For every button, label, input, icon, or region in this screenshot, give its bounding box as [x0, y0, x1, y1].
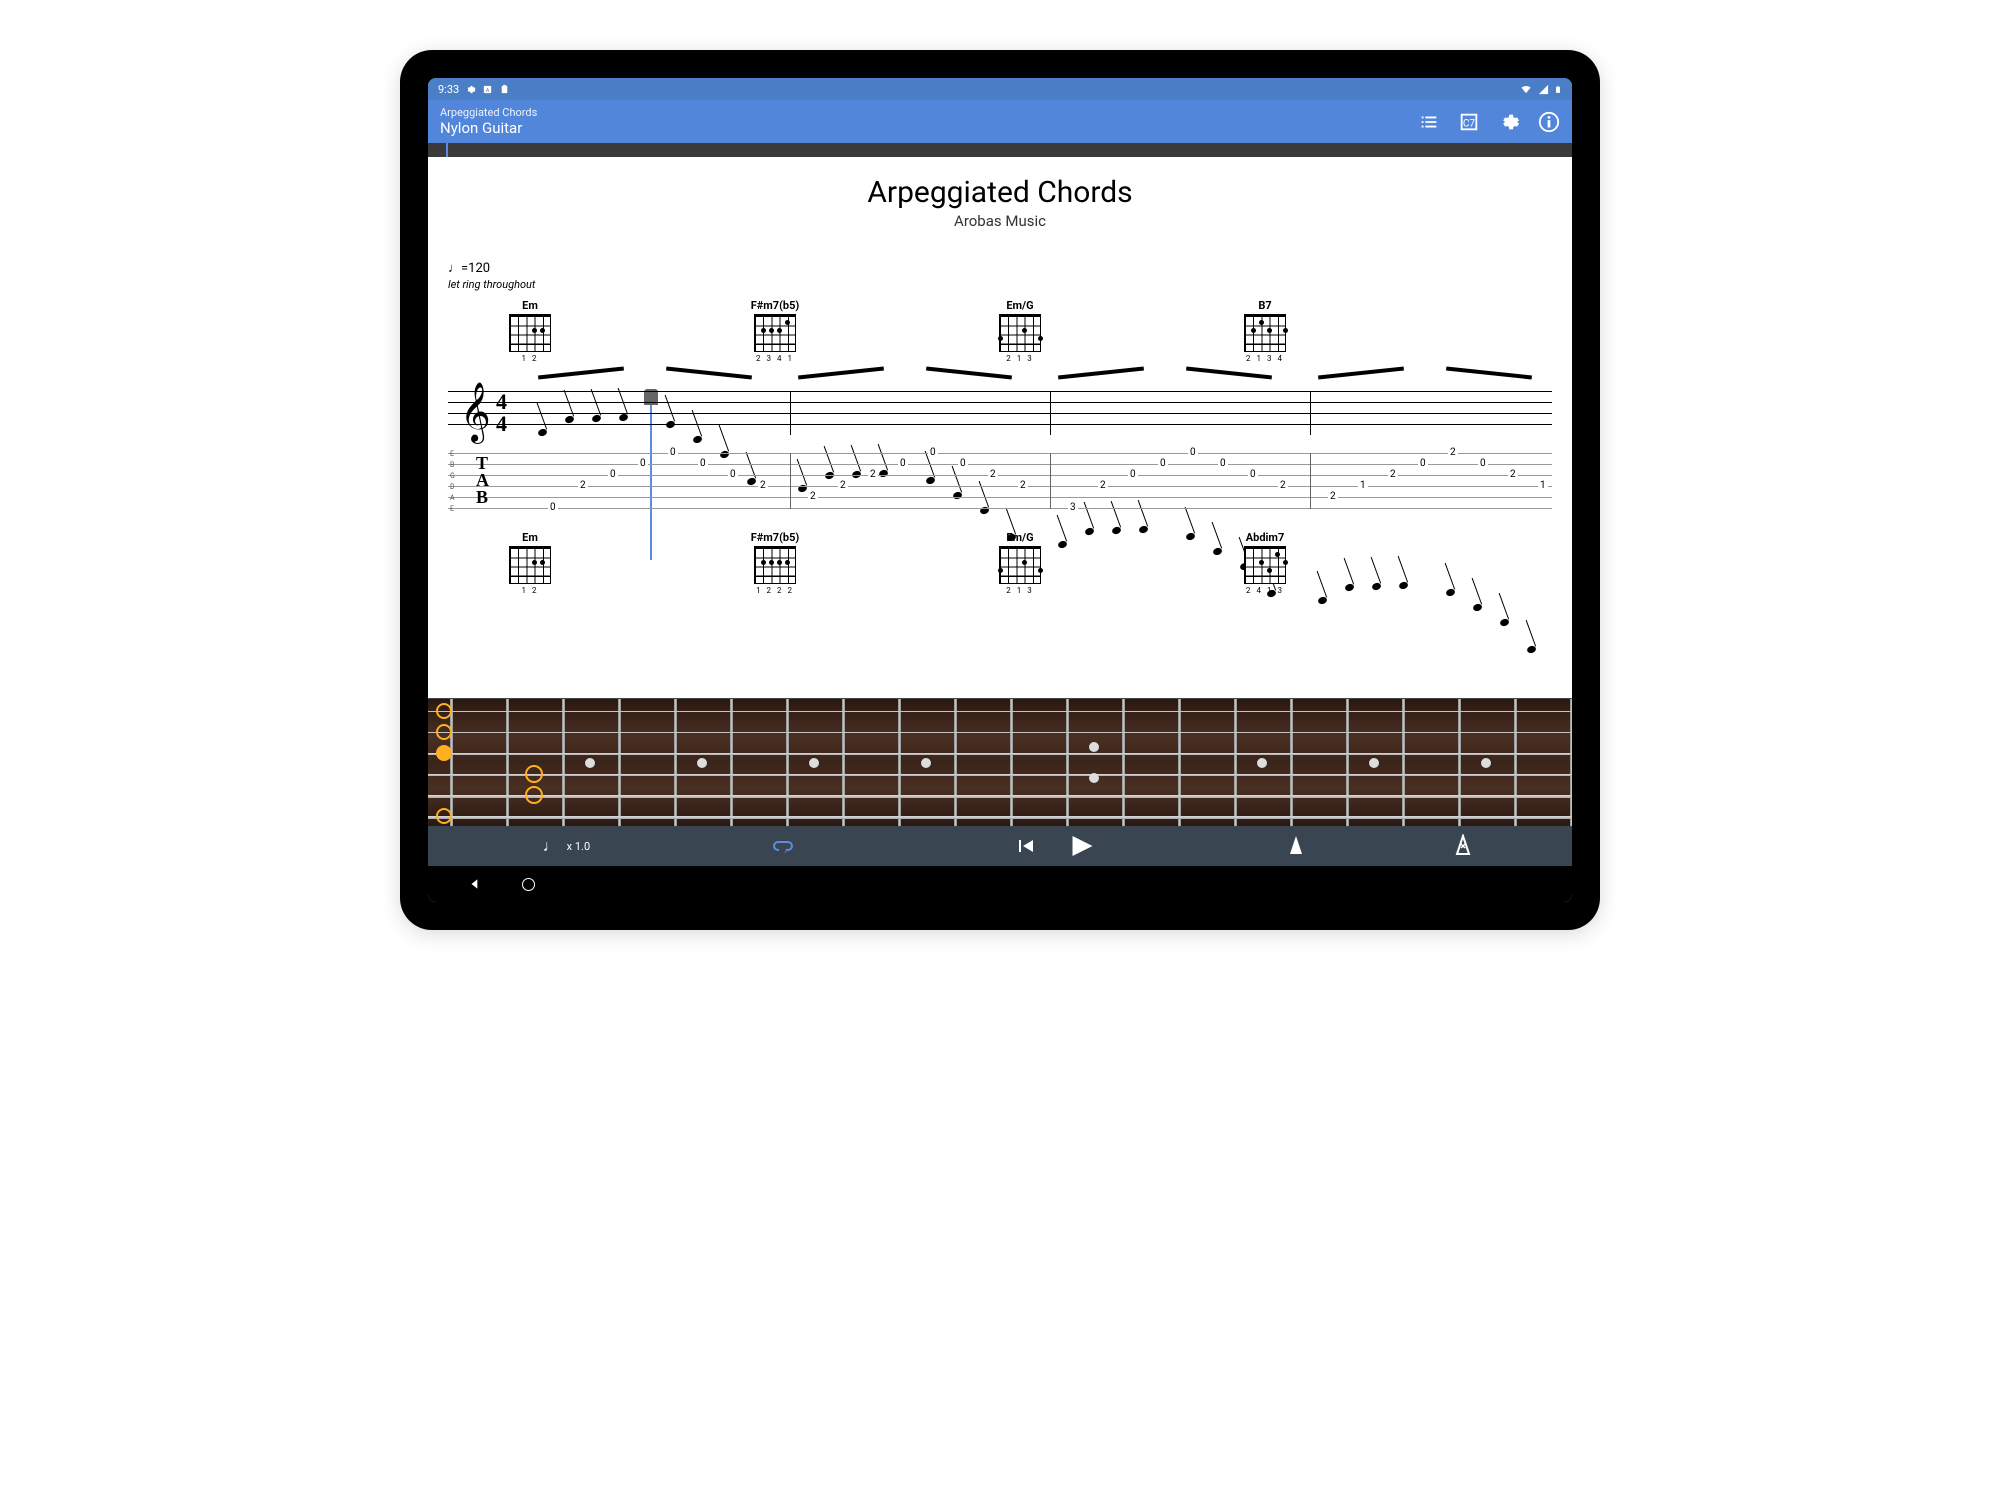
- loop-icon[interactable]: [771, 834, 795, 858]
- playback-speed: x 1.0: [567, 840, 590, 853]
- app-bar-subtitle: Nylon Guitar: [440, 119, 537, 137]
- countdown-icon[interactable]: [1451, 834, 1475, 858]
- tab-fret-number: 0: [1158, 458, 1168, 469]
- android-nav-bar: [428, 866, 1572, 902]
- signal-icon: [1538, 84, 1549, 95]
- tempo-marking: ♩=120: [448, 260, 1552, 276]
- status-bar: 9:33 A: [428, 78, 1572, 100]
- chord-diagram: Em 1 2: [500, 531, 560, 595]
- status-time: 9:33: [438, 83, 459, 96]
- tab-fret-number: 2: [578, 480, 588, 491]
- tab-fret-number: 0: [898, 458, 908, 469]
- tab-fret-number: 2: [808, 491, 818, 502]
- chord-diagram: Em 1 2: [500, 299, 560, 363]
- metronome-icon[interactable]: [1284, 834, 1308, 858]
- previous-icon[interactable]: [1013, 834, 1037, 858]
- tracks-icon[interactable]: [1418, 111, 1440, 133]
- tab-fret-number: 2: [988, 469, 998, 480]
- chord-diagram: B7 2 1 3 4: [1235, 299, 1295, 363]
- tab-fret-number: 0: [1418, 458, 1428, 469]
- chord-diagram: Em/G 2 1 3: [990, 299, 1050, 363]
- app-bar: Arpeggiated Chords Nylon Guitar C7: [428, 100, 1572, 143]
- clipboard-icon: [499, 84, 510, 95]
- tab-fret-number: 3: [1068, 502, 1078, 513]
- treble-clef-icon: 𝄞: [460, 383, 491, 443]
- score-title: Arpeggiated Chords: [448, 175, 1552, 210]
- home-icon[interactable]: [522, 878, 535, 891]
- tab-fret-number: 2: [1098, 480, 1108, 491]
- fretboard-view[interactable]: document.write((function(){ let s=''; le…: [428, 698, 1572, 826]
- settings-icon[interactable]: [1498, 111, 1520, 133]
- back-icon[interactable]: [468, 877, 482, 891]
- string-labels: EBGDAE: [450, 449, 455, 515]
- chord-row-1: Em 1 2 F#m7(b5) 2 3 4 1 Em/G 2 1 3 B7 2 …: [448, 299, 1552, 363]
- tab-fret-number: 0: [728, 469, 738, 480]
- screen: 9:33 A Arpeggiated Chords Nylon Guitar C…: [428, 78, 1572, 902]
- tab-fret-number: 2: [758, 480, 768, 491]
- tab-fret-number: 2: [1508, 469, 1518, 480]
- chord-icon[interactable]: C7: [1458, 111, 1480, 133]
- playback-bar: ♩ x 1.0: [428, 826, 1572, 866]
- svg-text:C7: C7: [1463, 118, 1476, 129]
- tab-fret-number: 2: [1388, 469, 1398, 480]
- instruction-text: let ring throughout: [448, 278, 1552, 291]
- svg-text:A: A: [486, 87, 490, 93]
- progress-marker: [446, 143, 448, 157]
- tab-fret-number: 1: [1358, 480, 1368, 491]
- tab-fret-number: 0: [958, 458, 968, 469]
- tablet-frame: 9:33 A Arpeggiated Chords Nylon Guitar C…: [400, 50, 1600, 930]
- tab-fret-number: 0: [928, 447, 938, 458]
- wifi-icon: [1519, 84, 1533, 95]
- tab-staff: EBGDAE TAB 02000002222000223200000221202…: [448, 453, 1552, 509]
- chord-row-2: Em 1 2 F#m7(b5) 1 2 2 2 Em/G 2 1 3 Abdim…: [448, 531, 1552, 595]
- app-bar-title: Arpeggiated Chords: [440, 106, 537, 119]
- tab-fret-number: 0: [1248, 469, 1258, 480]
- battery-icon: [1554, 83, 1562, 96]
- gear-icon: [465, 84, 476, 95]
- standard-staff: 𝄞 4 4 document.write((function(){let s='…: [448, 391, 1552, 435]
- tab-fret-number: 2: [1328, 491, 1338, 502]
- progress-strip[interactable]: [428, 143, 1572, 157]
- play-icon[interactable]: [1065, 831, 1095, 861]
- time-signature: 4 4: [496, 391, 507, 435]
- tab-fret-number: 0: [608, 469, 618, 480]
- tempo-control[interactable]: ♩ x 1.0: [458, 836, 675, 856]
- tab-fret-number: 2: [1278, 480, 1288, 491]
- tab-fret-number: 1: [1538, 480, 1548, 491]
- chord-diagram: F#m7(b5) 1 2 2 2: [745, 531, 805, 595]
- tab-fret-number: 2: [1448, 447, 1458, 458]
- tab-fret-number: 0: [1478, 458, 1488, 469]
- tab-clef-icon: TAB: [476, 455, 489, 506]
- score-artist: Arobas Music: [448, 212, 1552, 230]
- tab-fret-number: 0: [1128, 469, 1138, 480]
- tab-fret-number: 2: [868, 469, 878, 480]
- tab-fret-number: 0: [1218, 458, 1228, 469]
- tab-fret-number: 2: [1018, 480, 1028, 491]
- tab-fret-number: 0: [1188, 447, 1198, 458]
- chord-diagram: F#m7(b5) 2 3 4 1: [745, 299, 805, 363]
- chord-diagram: Em/G 2 1 3: [990, 531, 1050, 595]
- tab-fret-number: 0: [638, 458, 648, 469]
- tab-fret-number: 2: [838, 480, 848, 491]
- score-area[interactable]: Arpeggiated Chords Arobas Music ♩=120 le…: [428, 157, 1572, 698]
- tab-fret-number: 0: [698, 458, 708, 469]
- tab-fret-number: 0: [668, 447, 678, 458]
- tab-fret-number: 0: [548, 502, 558, 513]
- info-icon[interactable]: [1538, 111, 1560, 133]
- chord-diagram: Abdim7 2 4 1 3: [1235, 531, 1295, 595]
- badge-icon: A: [482, 84, 493, 95]
- notation-system: 𝄞 4 4 document.write((function(){let s='…: [448, 391, 1552, 509]
